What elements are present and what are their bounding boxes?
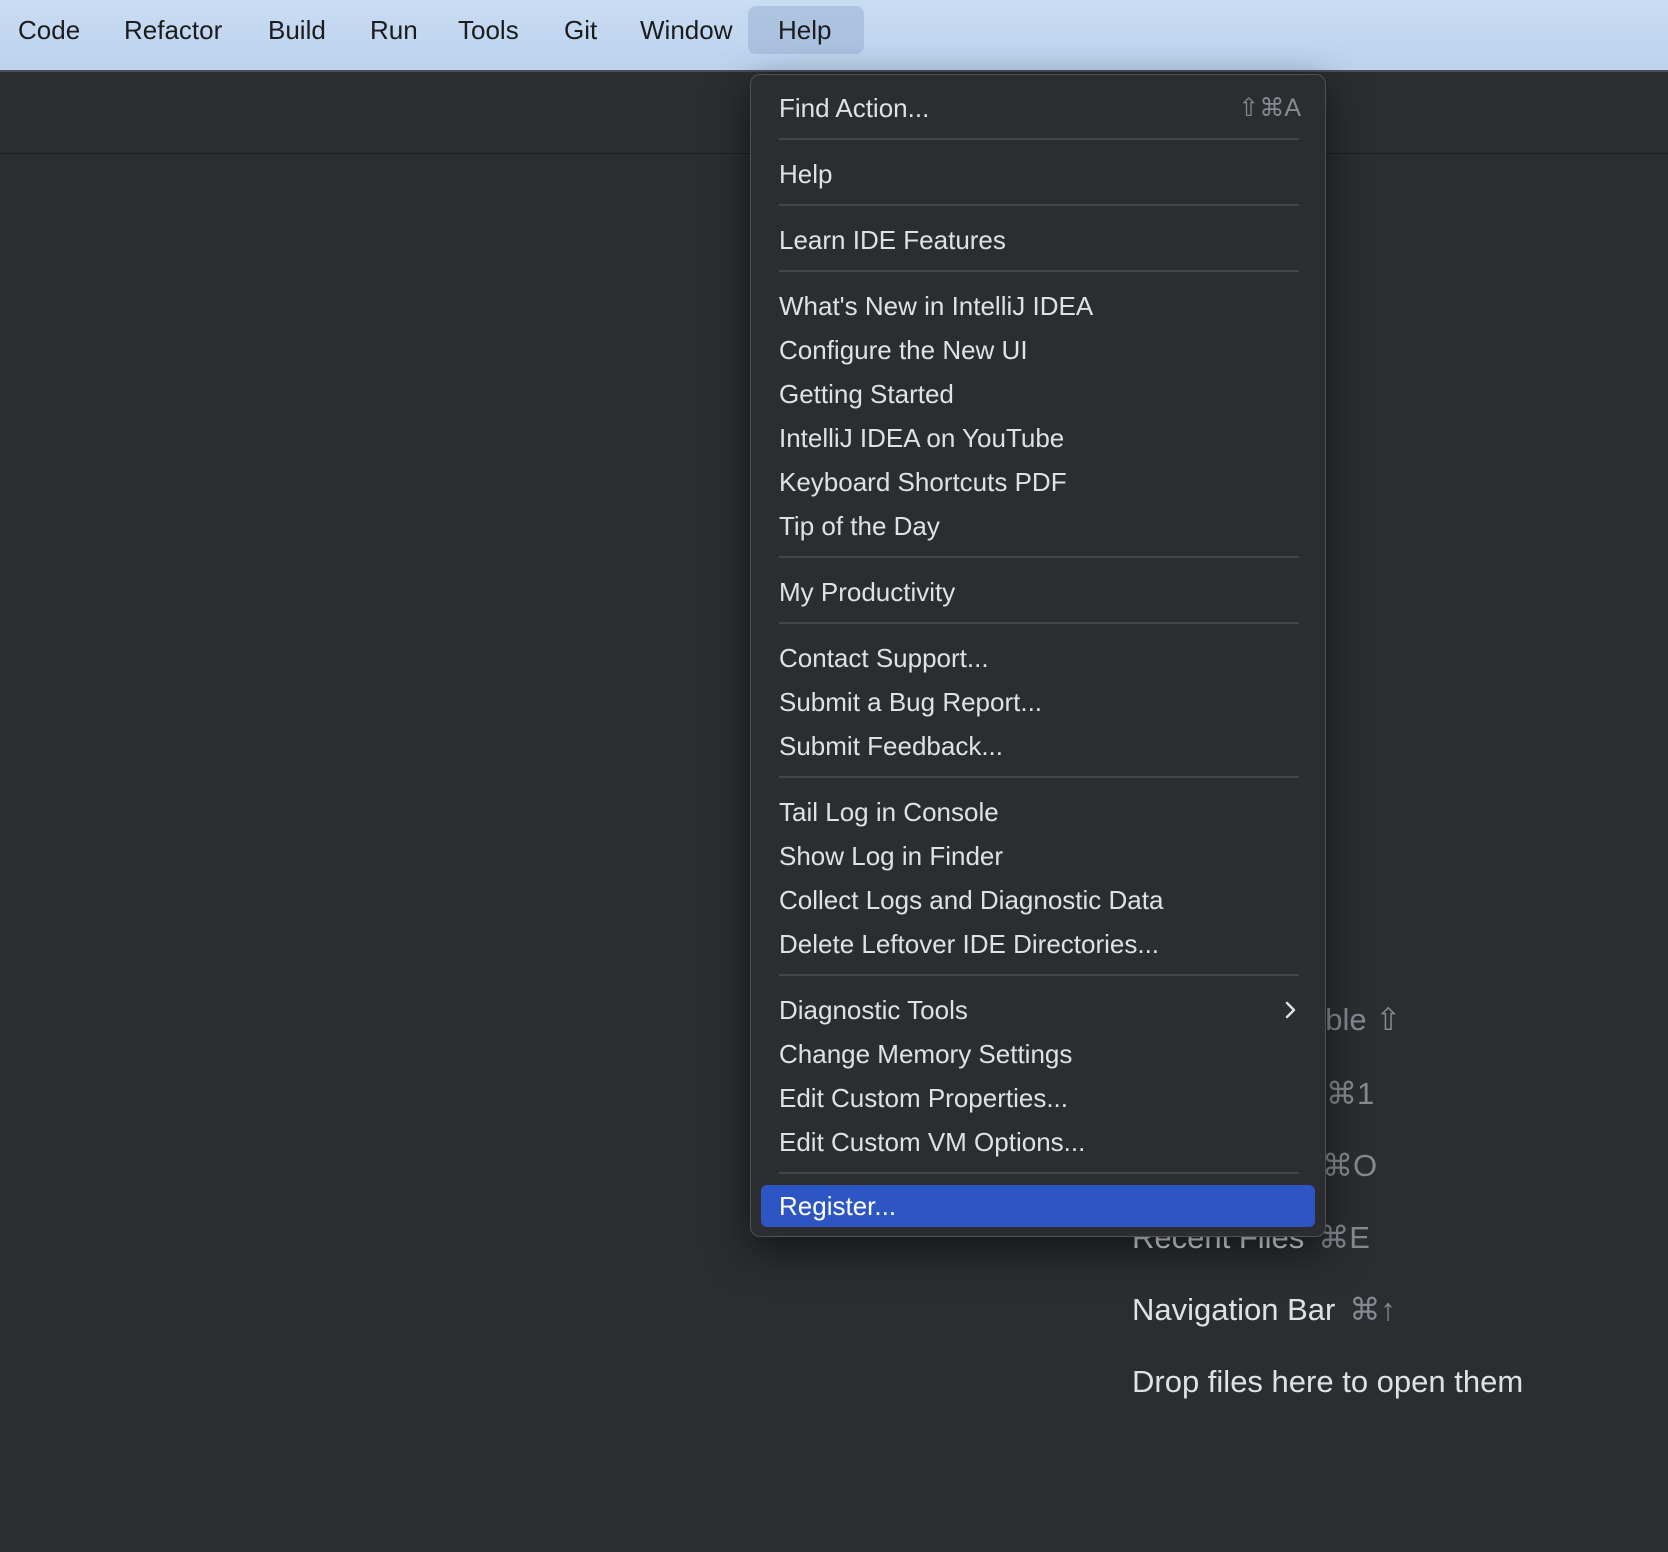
menu-separator <box>779 138 1299 140</box>
menu-run[interactable]: Run <box>358 6 430 54</box>
hint-nav-shortcut: ⌘↑ <box>1349 1292 1396 1327</box>
hint-project-shortcut: ⌘1 <box>1326 1076 1375 1111</box>
menu-separator <box>779 1172 1299 1174</box>
menu-item-diagnostic-tools[interactable]: Diagnostic Tools <box>761 989 1315 1031</box>
menu-build[interactable]: Build <box>256 6 338 54</box>
hint-goto-shortcut: ⌘O <box>1322 1148 1378 1183</box>
menu-bar: Code Refactor Build Run Tools Git Window… <box>0 0 1668 72</box>
menu-item-submit-feedback[interactable]: Submit Feedback... <box>761 725 1315 767</box>
menu-separator <box>779 974 1299 976</box>
menu-item-delete-leftover-dirs[interactable]: Delete Leftover IDE Directories... <box>761 923 1315 965</box>
menu-separator <box>779 204 1299 206</box>
menu-separator <box>779 556 1299 558</box>
menu-item-edit-custom-properties[interactable]: Edit Custom Properties... <box>761 1077 1315 1119</box>
menu-item-label: Diagnostic Tools <box>779 995 968 1025</box>
help-dropdown-menu: Find Action... ⇧⌘A Help Learn IDE Featur… <box>750 74 1326 1237</box>
menu-item-youtube[interactable]: IntelliJ IDEA on YouTube <box>761 417 1315 459</box>
hint-project-view: ⌘1 <box>1326 1076 1374 1112</box>
find-action-shortcut: ⇧⌘A <box>1238 94 1301 122</box>
hint-go-to-file: ⌘O <box>1322 1148 1377 1184</box>
menu-item-label: Find Action... <box>779 93 930 123</box>
menu-tools[interactable]: Tools <box>446 6 531 54</box>
chevron-right-icon <box>1285 1001 1296 1019</box>
menu-window[interactable]: Window <box>628 6 744 54</box>
menu-item-submit-bug-report[interactable]: Submit a Bug Report... <box>761 681 1315 723</box>
menu-item-getting-started[interactable]: Getting Started <box>761 373 1315 415</box>
menu-item-keyboard-shortcuts-pdf[interactable]: Keyboard Shortcuts PDF <box>761 461 1315 503</box>
menu-separator <box>779 622 1299 624</box>
menu-item-tip-of-the-day[interactable]: Tip of the Day <box>761 505 1315 547</box>
menu-git[interactable]: Git <box>552 6 609 54</box>
menu-item-learn-ide-features[interactable]: Learn IDE Features <box>761 219 1315 261</box>
menu-separator <box>779 776 1299 778</box>
hint-nav-label: Navigation Bar <box>1132 1292 1336 1327</box>
menu-separator <box>779 270 1299 272</box>
menu-item-find-action[interactable]: Find Action... ⇧⌘A <box>761 87 1315 129</box>
hint-drop-files: Drop files here to open them <box>1132 1364 1524 1399</box>
menu-code[interactable]: Code <box>6 6 92 54</box>
menu-item-change-memory[interactable]: Change Memory Settings <box>761 1033 1315 1075</box>
menu-item-configure-new-ui[interactable]: Configure the New UI <box>761 329 1315 371</box>
menu-item-edit-custom-vm-options[interactable]: Edit Custom VM Options... <box>761 1121 1315 1163</box>
menu-item-register[interactable]: Register... <box>761 1185 1315 1227</box>
menu-refactor[interactable]: Refactor <box>112 6 234 54</box>
hint-recent-shortcut: ⌘E <box>1318 1220 1370 1255</box>
menu-item-collect-logs[interactable]: Collect Logs and Diagnostic Data <box>761 879 1315 921</box>
menu-item-my-productivity[interactable]: My Productivity <box>761 571 1315 613</box>
menu-help[interactable]: Help <box>748 6 864 54</box>
menu-item-help[interactable]: Help <box>761 153 1315 195</box>
menu-item-contact-support[interactable]: Contact Support... <box>761 637 1315 679</box>
hint-navigation-bar: Navigation Bar ⌘↑ <box>1132 1292 1396 1328</box>
menu-item-whats-new[interactable]: What's New in IntelliJ IDEA <box>761 285 1315 327</box>
menu-item-show-log-in-finder[interactable]: Show Log in Finder <box>761 835 1315 877</box>
menu-item-tail-log[interactable]: Tail Log in Console <box>761 791 1315 833</box>
